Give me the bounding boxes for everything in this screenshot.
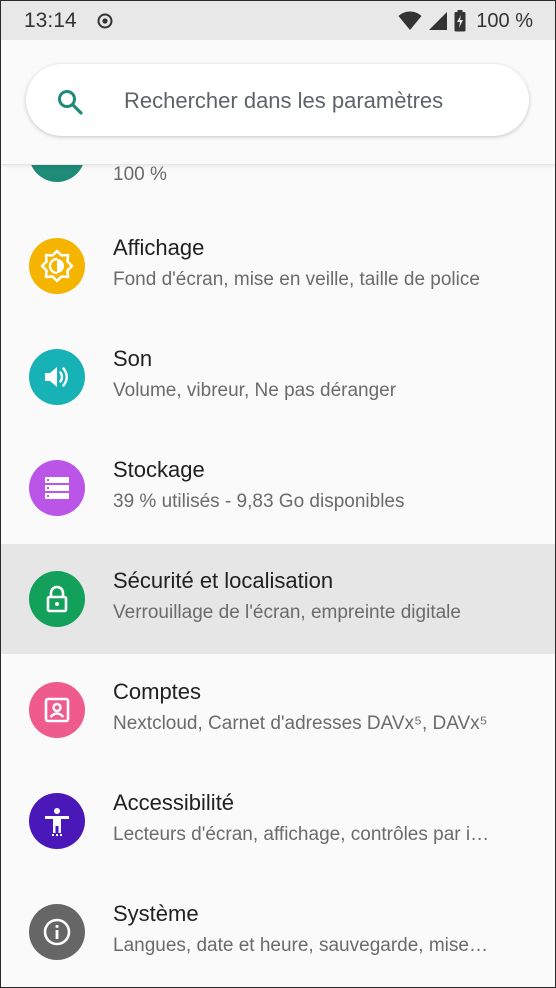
settings-item-subtitle: Verrouillage de l'écran, empreinte digit…	[113, 602, 461, 623]
settings-item-subtitle: 100 %	[113, 164, 167, 185]
settings-item-title: Comptes	[113, 679, 202, 704]
battery-percent: 100 %	[476, 9, 533, 32]
search-input[interactable]: Rechercher dans les paramètres	[26, 64, 529, 136]
settings-item-title: Son	[113, 346, 153, 371]
settings-item-sound[interactable]: Son Volume, vibreur, Ne pas déranger	[1, 322, 555, 432]
settings-item-subtitle: Langues, date et heure, sauvegarde, mise…	[113, 935, 488, 956]
settings-item-title: Accessibilité	[113, 790, 235, 815]
search-icon	[58, 90, 83, 115]
settings-item-accounts[interactable]: Comptes Nextcloud, Carnet d'adresses DAV…	[1, 655, 555, 765]
search-area: Rechercher dans les paramètres	[1, 40, 555, 165]
account-icon	[29, 682, 85, 738]
volume-icon	[29, 349, 85, 405]
signal-icon	[429, 12, 448, 30]
settings-item-accessibility[interactable]: Accessibilité Lecteurs d'écran, affichag…	[1, 766, 555, 876]
settings-item-battery[interactable]: 100 %	[1, 164, 555, 198]
wifi-icon	[398, 11, 422, 30]
settings-item-title: Système	[113, 901, 199, 926]
battery-icon	[29, 164, 85, 182]
settings-item-subtitle: Volume, vibreur, Ne pas déranger	[113, 380, 397, 401]
battery-charging-icon	[454, 10, 466, 32]
status-time: 13:14	[24, 9, 77, 32]
settings-item-storage[interactable]: Stockage 39 % utilisés - 9,83 Go disponi…	[1, 433, 555, 543]
status-bar: 13:14 100 %	[1, 1, 555, 40]
location-dot-icon	[97, 13, 113, 29]
search-placeholder: Rechercher dans les paramètres	[124, 88, 444, 113]
settings-item-title: Sécurité et localisation	[113, 568, 334, 593]
settings-item-subtitle: Nextcloud, Carnet d'adresses DAVx⁵, DAVx…	[113, 713, 488, 734]
accessibility-icon	[29, 793, 85, 849]
lock-icon	[29, 571, 85, 627]
settings-item-title: Stockage	[113, 457, 205, 482]
storage-icon	[29, 460, 85, 516]
settings-item-subtitle: 39 % utilisés - 9,83 Go disponibles	[113, 491, 405, 512]
brightness-icon	[29, 238, 85, 294]
settings-item-system[interactable]: Système Langues, date et heure, sauvegar…	[1, 877, 555, 987]
settings-item-subtitle: Fond d'écran, mise en veille, taille de …	[113, 269, 480, 290]
settings-item-title: Affichage	[113, 235, 205, 260]
settings-item-display[interactable]: Affichage Fond d'écran, mise en veille, …	[1, 211, 555, 321]
settings-screen: 13:14 100 % Rechercher dans les paramètr…	[0, 0, 556, 988]
status-indicators: 100 %	[398, 9, 533, 33]
settings-item-security[interactable]: Sécurité et localisation Verrouillage de…	[1, 544, 555, 654]
info-icon	[29, 904, 85, 960]
settings-item-subtitle: Lecteurs d'écran, affichage, contrôles p…	[113, 824, 490, 845]
